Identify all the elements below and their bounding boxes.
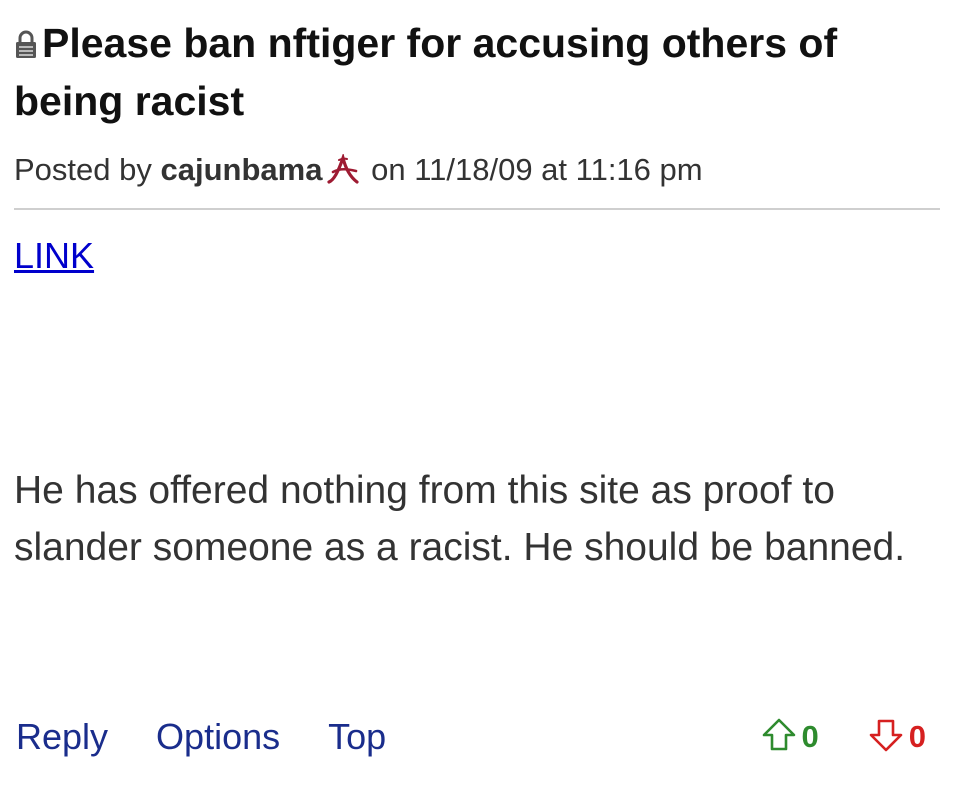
post-actions: Reply Options Top — [16, 710, 434, 764]
post-meta: Posted by cajunbama on 11/18/09 at 11:16… — [14, 150, 703, 190]
reply-button[interactable]: Reply — [16, 710, 108, 764]
upvote-button[interactable]: 0 — [760, 716, 819, 759]
post-body: He has offered nothing from this site as… — [14, 469, 906, 569]
lock-icon — [14, 16, 38, 58]
post-title-text: Please ban nftiger for accusing others o… — [14, 20, 838, 124]
post-link[interactable]: LINK — [14, 233, 94, 279]
upvote-count: 0 — [801, 719, 819, 754]
team-logo-icon — [326, 152, 360, 184]
divider — [14, 208, 940, 210]
on-label: on — [371, 152, 406, 187]
downvote-button[interactable]: 0 — [867, 716, 926, 759]
options-button[interactable]: Options — [156, 710, 280, 764]
post: Please ban nftiger for accusing others o… — [0, 0, 956, 800]
post-datetime: 11/18/09 at 11:16 pm — [414, 152, 703, 187]
post-title: Please ban nftiger for accusing others o… — [14, 14, 934, 130]
arrow-up-icon — [760, 716, 798, 759]
author-name[interactable]: cajunbama — [161, 152, 323, 187]
arrow-down-icon — [867, 716, 905, 759]
posted-by-label: Posted by — [14, 152, 152, 187]
downvote-count: 0 — [908, 719, 926, 754]
top-button[interactable]: Top — [328, 710, 386, 764]
vote-controls: 0 0 — [760, 710, 926, 764]
